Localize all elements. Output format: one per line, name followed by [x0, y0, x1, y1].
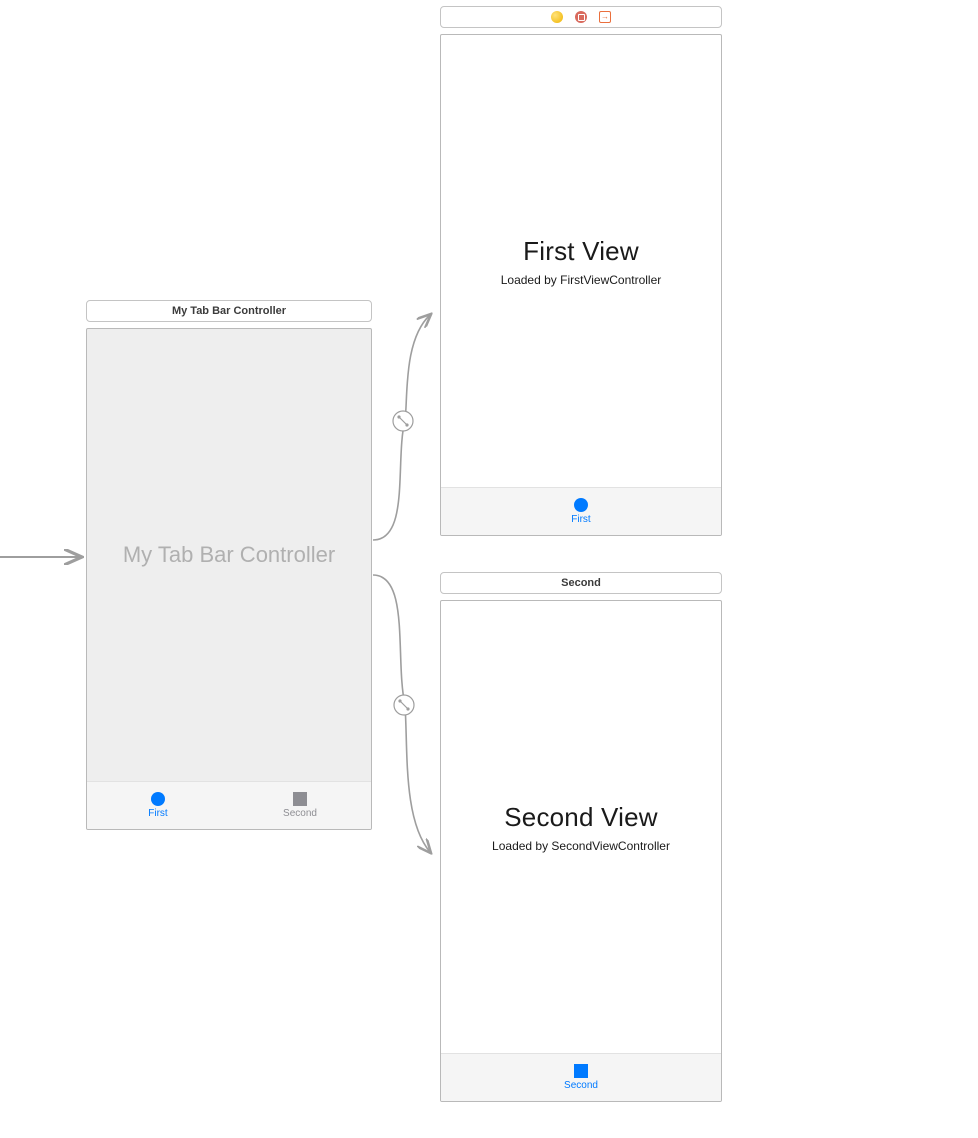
tab-label: First — [148, 808, 167, 819]
segue-badge-second[interactable] — [394, 695, 414, 715]
second-view-canvas[interactable]: Second View Loaded by SecondViewControll… — [440, 600, 722, 1102]
view-subtitle: Loaded by SecondViewController — [492, 839, 670, 853]
exit-icon[interactable] — [598, 10, 612, 24]
tab-bar[interactable]: Second — [441, 1053, 721, 1101]
tab-bar-controller-scene[interactable]: My Tab Bar Controller My Tab Bar Control… — [86, 300, 372, 830]
first-responder-icon[interactable] — [574, 10, 588, 24]
xcode-yellow-icon[interactable] — [550, 10, 564, 24]
tab-bar[interactable]: First — [441, 487, 721, 535]
square-icon — [293, 792, 307, 806]
segue-to-second[interactable] — [373, 575, 430, 852]
tab-label: First — [571, 514, 590, 525]
view-heading: Second View — [504, 802, 658, 833]
content-area: First View Loaded by FirstViewController — [441, 35, 721, 487]
tab-label: Second — [283, 808, 317, 819]
tab-item-first[interactable]: First — [441, 488, 721, 535]
tab-item-first[interactable]: First — [87, 782, 229, 829]
placeholder-text: My Tab Bar Controller — [123, 542, 335, 568]
scene-title-bar[interactable] — [440, 6, 722, 28]
scene-title: Second — [561, 577, 601, 589]
tab-label: Second — [564, 1080, 598, 1091]
first-view-canvas[interactable]: First View Loaded by FirstViewController… — [440, 34, 722, 536]
circle-icon — [574, 498, 588, 512]
segue-badge-first[interactable] — [393, 411, 413, 431]
view-subtitle: Loaded by FirstViewController — [501, 273, 662, 287]
first-view-scene[interactable]: First View Loaded by FirstViewController… — [440, 6, 722, 536]
scene-title-bar[interactable]: My Tab Bar Controller — [86, 300, 372, 322]
tab-item-second[interactable]: Second — [441, 1054, 721, 1101]
tab-bar[interactable]: First Second — [87, 781, 371, 829]
placeholder-area: My Tab Bar Controller — [87, 329, 371, 781]
circle-icon — [151, 792, 165, 806]
view-heading: First View — [523, 236, 639, 267]
scene-title-icons — [550, 10, 612, 24]
content-area: Second View Loaded by SecondViewControll… — [441, 601, 721, 1053]
scene-title-bar[interactable]: Second — [440, 572, 722, 594]
tab-bar-controller-canvas[interactable]: My Tab Bar Controller First Second — [86, 328, 372, 830]
second-view-scene[interactable]: Second Second View Loaded by SecondViewC… — [440, 572, 722, 1102]
square-icon — [574, 1064, 588, 1078]
scene-title: My Tab Bar Controller — [172, 305, 286, 317]
tab-item-second[interactable]: Second — [229, 782, 371, 829]
segue-to-first[interactable] — [373, 315, 430, 540]
